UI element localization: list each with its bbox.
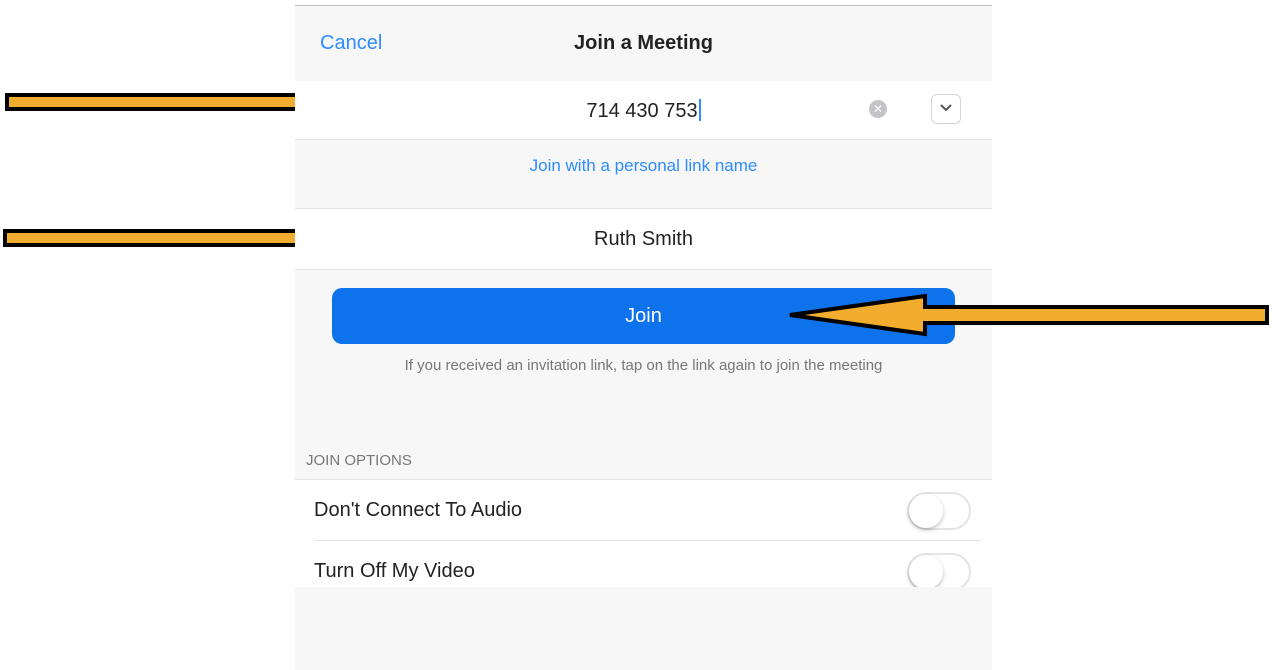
clear-circle-icon[interactable]: ✕ bbox=[869, 100, 887, 118]
navigation-bar: Cancel Join a Meeting bbox=[295, 6, 992, 82]
chevron-down-icon bbox=[940, 104, 952, 112]
meeting-id-field[interactable]: 714 430 753 ✕ bbox=[295, 81, 992, 140]
toggle-knob bbox=[909, 555, 943, 587]
meeting-id-value: 714 430 753 bbox=[586, 100, 698, 122]
video-toggle[interactable] bbox=[907, 553, 971, 587]
audio-toggle[interactable] bbox=[907, 492, 971, 530]
page-title: Join a Meeting bbox=[574, 32, 713, 54]
toggle-knob bbox=[909, 494, 943, 528]
name-value: Ruth Smith bbox=[594, 228, 693, 250]
name-field[interactable]: Ruth Smith bbox=[295, 208, 992, 270]
invitation-hint: If you received an invitation link, tap … bbox=[404, 357, 883, 374]
option-row-audio: Don't Connect To Audio bbox=[295, 479, 992, 541]
meeting-history-dropdown[interactable] bbox=[931, 94, 961, 124]
text-cursor bbox=[698, 99, 701, 121]
personal-link-name-link[interactable]: Join with a personal link name bbox=[295, 156, 992, 176]
join-options-header: JOIN OPTIONS bbox=[306, 452, 412, 469]
option-label-video: Turn Off My Video bbox=[314, 560, 475, 582]
option-label-audio: Don't Connect To Audio bbox=[314, 499, 523, 521]
option-row-video: Turn Off My Video bbox=[295, 541, 992, 587]
annotation-arrow-join bbox=[789, 293, 1269, 337]
